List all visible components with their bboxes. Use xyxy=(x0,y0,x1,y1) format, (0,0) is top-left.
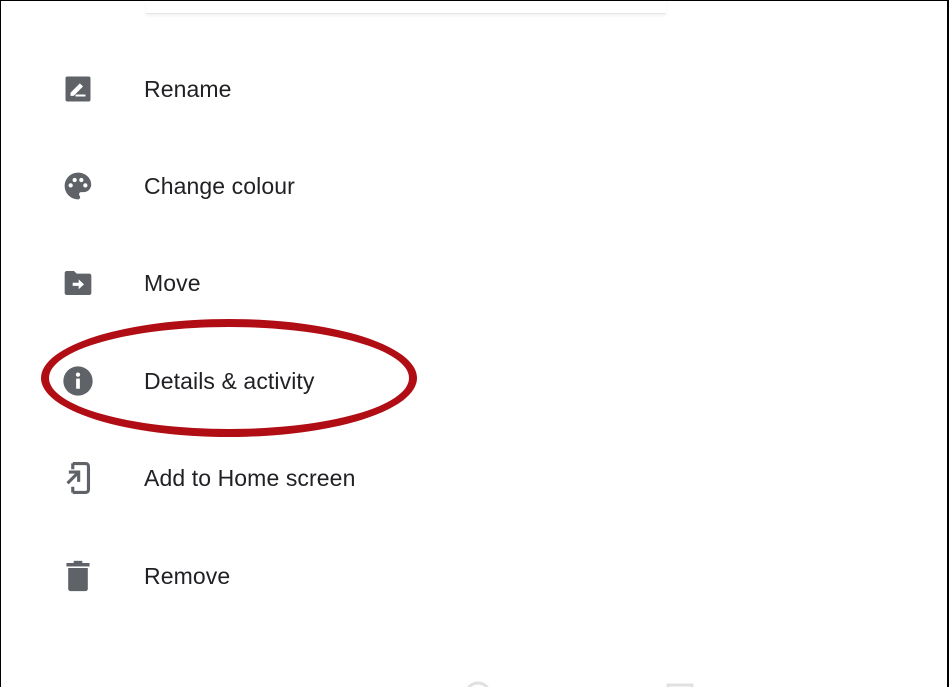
menu-item-label: Move xyxy=(144,269,201,296)
menu-item-change-colour[interactable]: Change colour xyxy=(1,146,941,226)
sheet-top-edge xyxy=(146,1,666,14)
add-to-home-icon xyxy=(61,461,95,495)
edit-icon xyxy=(61,72,95,106)
menu-item-label: Rename xyxy=(144,75,232,102)
menu-item-move[interactable]: Move xyxy=(1,243,941,323)
menu-item-label: Add to Home screen xyxy=(144,464,356,491)
folder-move-icon xyxy=(61,266,95,300)
menu-item-label: Change colour xyxy=(144,172,295,199)
nav-recents-icon[interactable] xyxy=(665,671,695,687)
nav-home-icon[interactable] xyxy=(463,671,493,687)
context-menu-frame: Rename Change colour Move Details & acti… xyxy=(0,0,949,687)
menu-item-rename[interactable]: Rename xyxy=(1,49,941,129)
nav-back-icon[interactable] xyxy=(269,671,299,687)
menu-item-add-to-home-screen[interactable]: Add to Home screen xyxy=(1,438,941,518)
trash-icon xyxy=(61,559,95,593)
menu-item-remove[interactable]: Remove xyxy=(1,536,941,616)
menu-item-details-activity[interactable]: Details & activity xyxy=(1,341,941,421)
menu-item-label: Remove xyxy=(144,562,231,589)
menu-item-label: Details & activity xyxy=(144,367,315,394)
info-icon xyxy=(61,364,95,398)
palette-icon xyxy=(61,169,95,203)
